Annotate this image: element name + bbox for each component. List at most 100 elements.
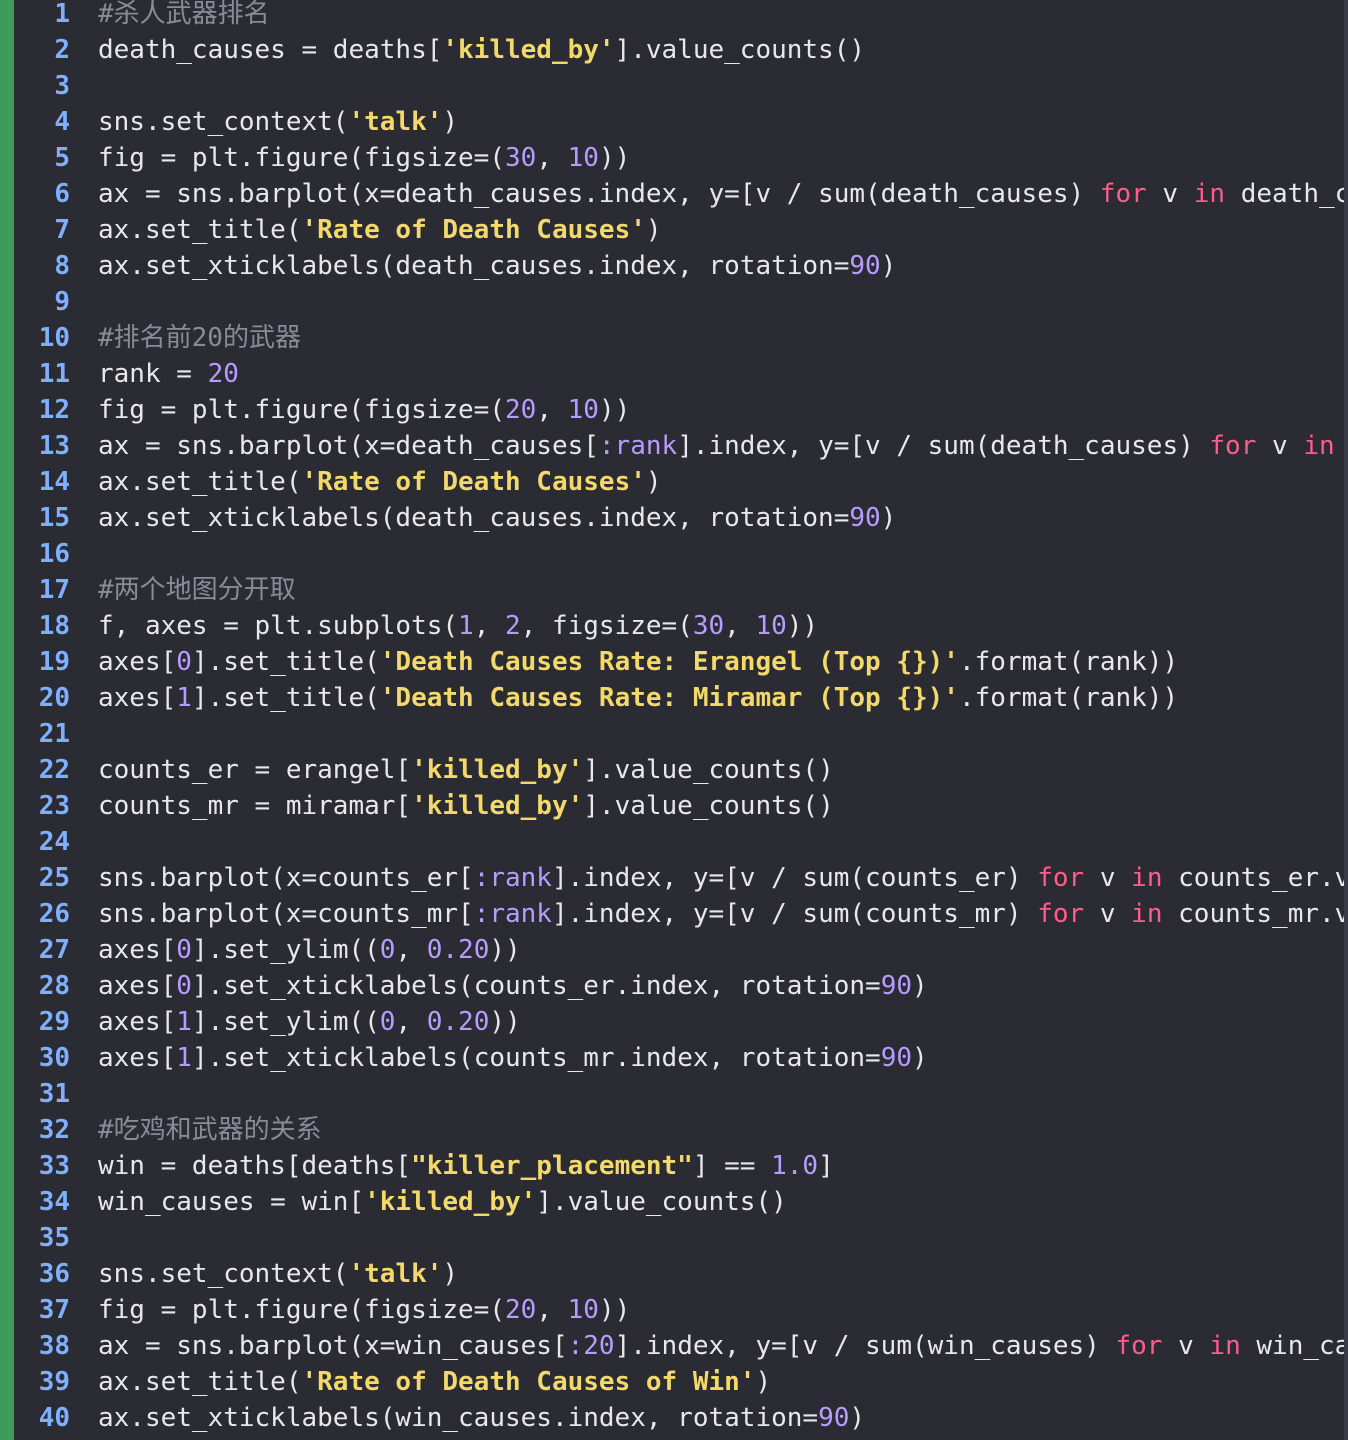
- number-token: 90: [818, 1403, 850, 1433]
- code-line[interactable]: 33 win = deaths[deaths["killer_placement"…: [14, 1148, 1344, 1184]
- code-token: )): [786, 611, 819, 641]
- code-token: ].index, y=[v / sum(death_causes): [677, 431, 1210, 461]
- line-text: win_causes = win['killed_by'].value_coun…: [98, 1187, 787, 1217]
- code-token: sns.barplot(x=counts_er[: [98, 863, 474, 893]
- code-line[interactable]: 16: [14, 536, 1344, 572]
- code-line[interactable]: 37 fig = plt.figure(figsize=(20, 10)): [14, 1292, 1344, 1328]
- line-text: f, axes = plt.subplots(1, 2, figsize=(30…: [98, 611, 818, 641]
- line-number: 36: [38, 1259, 70, 1289]
- code-line[interactable]: 26 sns.barplot(x=counts_mr[:rank].index, …: [14, 896, 1344, 932]
- number-token: :rank: [598, 431, 678, 461]
- code-line[interactable]: 4 sns.set_context('talk'): [14, 104, 1344, 140]
- code-line[interactable]: 8 ax.set_xticklabels(death_causes.index, …: [14, 248, 1344, 284]
- code-token: counts_er = erangel[: [98, 755, 412, 785]
- number-token: 0.20: [426, 1007, 490, 1037]
- code-editor[interactable]: 1 #杀人武器排名 2 death_causes = deaths['killed_b…: [0, 0, 1348, 1440]
- line-text: win = deaths[deaths["killer_placement"] …: [98, 1151, 834, 1181]
- code-token: death_ca: [1240, 179, 1344, 209]
- line-number: 22: [38, 755, 70, 785]
- code-line[interactable]: 28 axes[0].set_xticklabels(counts_er.inde…: [14, 968, 1344, 1004]
- code-line[interactable]: 1 #杀人武器排名: [14, 0, 1344, 32]
- string-token: 'killed_by': [411, 755, 584, 785]
- keyword-token: in: [1131, 899, 1163, 929]
- code-token: win_causes = win[: [98, 1187, 365, 1217]
- line-text: fig = plt.figure(figsize=(30, 10)): [98, 143, 630, 173]
- code-line[interactable]: 34 win_causes = win['killed_by'].value_co…: [14, 1184, 1344, 1220]
- code-line[interactable]: 18 f, axes = plt.subplots(1, 2, figsize=(…: [14, 608, 1344, 644]
- line-text: axes[1].set_xticklabels(counts_mr.index,…: [98, 1043, 928, 1073]
- code-line[interactable]: 19 axes[0].set_title('Death Causes Rate: …: [14, 644, 1344, 680]
- code-token: ,: [724, 611, 756, 641]
- code-line[interactable]: 6 ax = sns.barplot(x=death_causes.index, …: [14, 176, 1344, 212]
- code-line[interactable]: 29 axes[1].set_ylim((0, 0.20)): [14, 1004, 1344, 1040]
- code-line[interactable]: 27 axes[0].set_ylim((0, 0.20)): [14, 932, 1344, 968]
- code-line[interactable]: 9: [14, 284, 1344, 320]
- keyword-token: in: [1209, 1331, 1241, 1361]
- code-line[interactable]: 20 axes[1].set_title('Death Causes Rate: …: [14, 680, 1344, 716]
- code-line[interactable]: 3: [14, 68, 1344, 104]
- code-line[interactable]: 30 axes[1].set_xticklabels(counts_mr.inde…: [14, 1040, 1344, 1076]
- code-line[interactable]: 36 sns.set_context('talk'): [14, 1256, 1344, 1292]
- number-token: 10: [567, 395, 599, 425]
- code-token: fig = plt.figure(figsize=(: [98, 143, 505, 173]
- line-text: axes[1].set_title('Death Causes Rate: Mi…: [98, 683, 1178, 713]
- number-token: 0.20: [426, 935, 490, 965]
- line-text: ax.set_xticklabels(death_causes.index, r…: [98, 503, 896, 533]
- code-line[interactable]: 39 ax.set_title('Rate of Death Causes of …: [14, 1364, 1344, 1400]
- code-line[interactable]: 23 counts_mr = miramar['killed_by'].value…: [14, 788, 1344, 824]
- number-token: 1: [458, 611, 474, 641]
- number-token: 30: [505, 143, 537, 173]
- code-token: ): [645, 467, 662, 497]
- code-token: ] ==: [692, 1151, 772, 1181]
- string-token: 'Rate of Death Causes': [301, 467, 646, 497]
- number-token: 1: [176, 1007, 192, 1037]
- code-line[interactable]: 10 #排名前20的武器: [14, 320, 1344, 356]
- code-line[interactable]: 14 ax.set_title('Rate of Death Causes'): [14, 464, 1344, 500]
- code-token: ax = sns.barplot(x=death_causes.index, y…: [98, 179, 1100, 209]
- code-line[interactable]: 12 fig = plt.figure(figsize=(20, 10)): [14, 392, 1344, 428]
- line-text: ax = sns.barplot(x=death_causes.index, y…: [98, 179, 1344, 209]
- code-token: v: [1084, 863, 1132, 893]
- code-token: )): [489, 1007, 521, 1037]
- gutter-accent-bar: [0, 0, 14, 1440]
- code-line[interactable]: 25 sns.barplot(x=counts_er[:rank].index, …: [14, 860, 1344, 896]
- line-number: 14: [38, 467, 70, 497]
- code-line[interactable]: 35: [14, 1220, 1344, 1256]
- code-line[interactable]: 2 death_causes = deaths['killed_by'].valu…: [14, 32, 1344, 68]
- code-line[interactable]: 24: [14, 824, 1344, 860]
- line-number: 40: [38, 1403, 70, 1433]
- code-line[interactable]: 22 counts_er = erangel['killed_by'].value…: [14, 752, 1344, 788]
- code-area[interactable]: 1 #杀人武器排名 2 death_causes = deaths['killed_b…: [14, 0, 1344, 1436]
- number-token: 2: [505, 611, 521, 641]
- string-token: 'killed_by': [442, 35, 615, 65]
- code-line[interactable]: 40 ax.set_xticklabels(win_causes.index, r…: [14, 1400, 1344, 1436]
- code-line[interactable]: 38 ax = sns.barplot(x=win_causes[:20].ind…: [14, 1328, 1344, 1364]
- line-number: 32: [38, 1115, 70, 1145]
- code-line[interactable]: 13 ax = sns.barplot(x=death_causes[:rank]…: [14, 428, 1344, 464]
- line-number: 3: [54, 71, 70, 101]
- code-token: axes[: [98, 1007, 177, 1037]
- code-line[interactable]: 21: [14, 716, 1344, 752]
- code-line[interactable]: 32 #吃鸡和武器的关系: [14, 1112, 1344, 1148]
- keyword-token: in: [1193, 179, 1226, 209]
- code-line[interactable]: 31: [14, 1076, 1344, 1112]
- keyword-token: in: [1131, 863, 1163, 893]
- code-line[interactable]: 17 #两个地图分开取: [14, 572, 1344, 608]
- code-token: ): [912, 971, 928, 1001]
- line-text: axes[1].set_ylim((0, 0.20)): [98, 1007, 521, 1037]
- keyword-token: in: [1303, 431, 1335, 461]
- vertical-scrollbar[interactable]: [1344, 0, 1348, 1440]
- code-token: death_causes = deaths[: [98, 35, 443, 65]
- code-line[interactable]: 7 ax.set_title('Rate of Death Causes'): [14, 212, 1344, 248]
- code-token: ): [849, 1403, 866, 1433]
- line-number: 39: [38, 1367, 70, 1397]
- code-line[interactable]: 15 ax.set_xticklabels(death_causes.index,…: [14, 500, 1344, 536]
- code-token: ): [755, 1367, 772, 1397]
- code-line[interactable]: 11 rank = 20: [14, 356, 1344, 392]
- line-text: counts_mr = miramar['killed_by'].value_c…: [98, 791, 834, 821]
- line-text: ax.set_title('Rate of Death Causes'): [98, 215, 662, 245]
- comment-token: #两个地图分开取: [98, 575, 296, 605]
- code-line[interactable]: 5 fig = plt.figure(figsize=(30, 10)): [14, 140, 1344, 176]
- number-token: 0: [379, 1007, 396, 1037]
- line-text: ax.set_title('Rate of Death Causes'): [98, 467, 662, 497]
